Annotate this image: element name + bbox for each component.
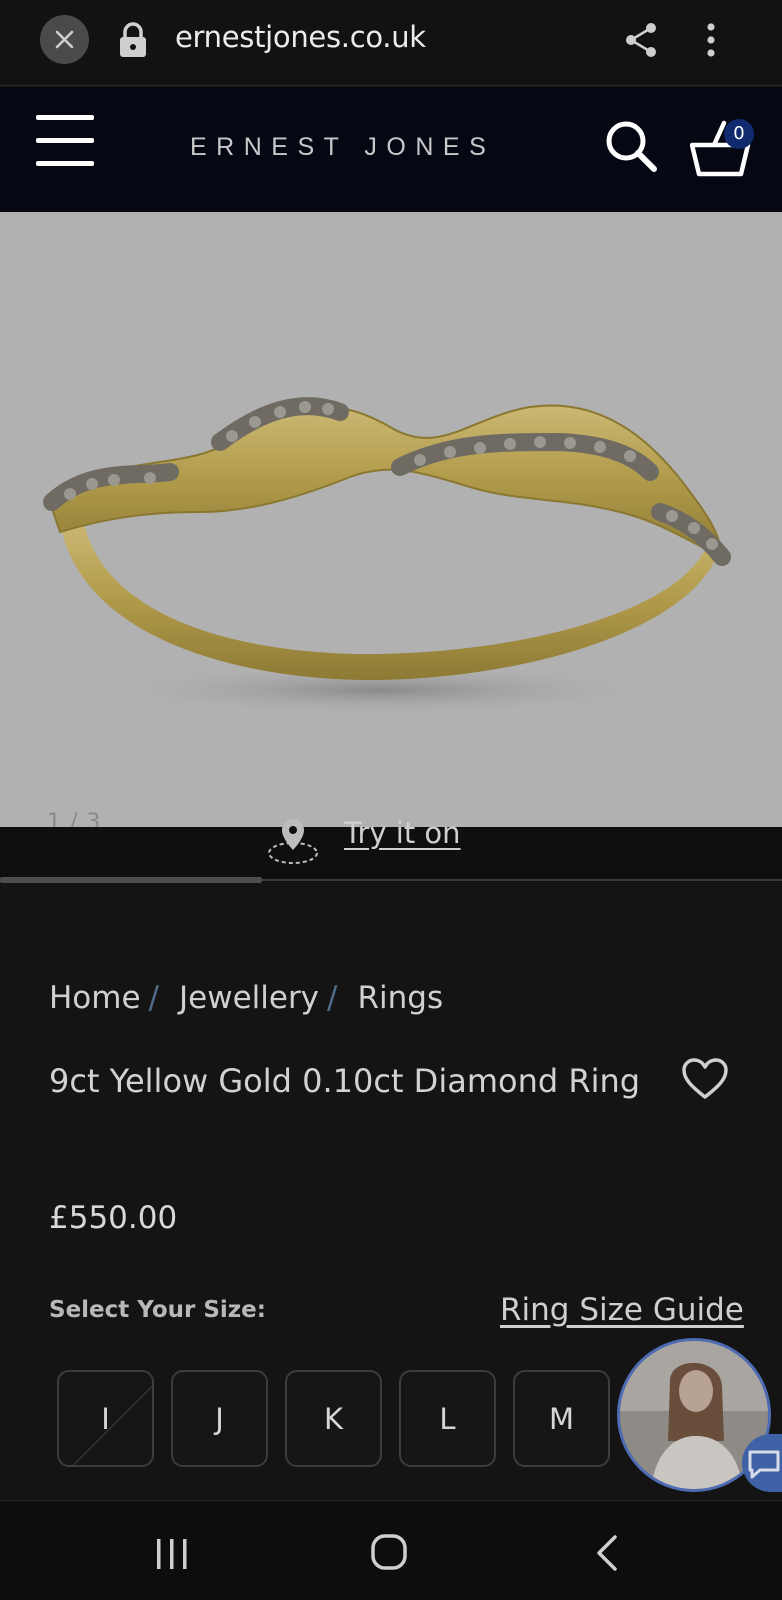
brand-logo[interactable]: ERNEST JONES (190, 133, 520, 162)
ar-try-on-icon[interactable] (266, 815, 320, 867)
hamburger-menu-icon[interactable] (36, 115, 94, 173)
product-image[interactable] (0, 212, 782, 827)
chat-button[interactable] (742, 1434, 782, 1492)
lock-icon (120, 22, 146, 57)
size-option-label: M (548, 1401, 575, 1436)
breadcrumb-rings[interactable]: Rings (357, 980, 443, 1016)
recent-apps-icon[interactable] (155, 1539, 189, 1569)
ring-image (43, 397, 731, 716)
system-navigation-bar (0, 1500, 782, 1600)
breadcrumb-jewellery[interactable]: Jewellery (179, 980, 319, 1016)
share-icon[interactable] (624, 22, 658, 58)
search-icon[interactable] (604, 119, 660, 175)
size-option-label: K (323, 1401, 344, 1436)
size-option-j[interactable]: J (171, 1370, 268, 1467)
breadcrumb-home[interactable]: Home (49, 980, 141, 1016)
breadcrumb-separator: / (148, 980, 159, 1016)
gallery-progress-thumb[interactable] (0, 877, 262, 883)
back-icon[interactable] (595, 1535, 619, 1571)
size-option-label: J (215, 1401, 224, 1436)
product-title: 9ct Yellow Gold 0.10ct Diamond Ring (49, 1062, 641, 1100)
close-icon (55, 30, 74, 49)
size-option-m[interactable]: M (513, 1370, 610, 1467)
size-option-l[interactable]: L (399, 1370, 496, 1467)
address-bar-url[interactable]: ernestjones.co.uk (175, 20, 426, 54)
cart-count-badge: 0 (724, 119, 754, 149)
ring-size-guide-link[interactable]: Ring Size Guide (500, 1292, 744, 1328)
try-it-on-link[interactable]: Try it on (344, 816, 461, 850)
browser-address-bar: ernestjones.co.uk (0, 0, 782, 86)
size-selector-label: Select Your Size: (49, 1297, 266, 1323)
site-header: ERNEST JONES 0 (0, 87, 782, 212)
home-icon[interactable] (370, 1533, 408, 1571)
size-option-label: L (439, 1401, 456, 1436)
breadcrumb: Home / Jewellery / Rings (49, 980, 443, 1016)
more-vertical-icon[interactable] (706, 22, 716, 58)
size-option-i[interactable]: I (57, 1370, 154, 1467)
heart-icon[interactable] (681, 1058, 729, 1100)
close-tab-button[interactable] (40, 15, 89, 64)
breadcrumb-separator: / (327, 980, 338, 1016)
chat-bubble-icon (748, 1450, 780, 1479)
basket-button[interactable]: 0 (690, 119, 754, 183)
unavailable-strike (69, 1372, 152, 1465)
size-option-k[interactable]: K (285, 1370, 382, 1467)
product-price: £550.00 (49, 1200, 178, 1236)
